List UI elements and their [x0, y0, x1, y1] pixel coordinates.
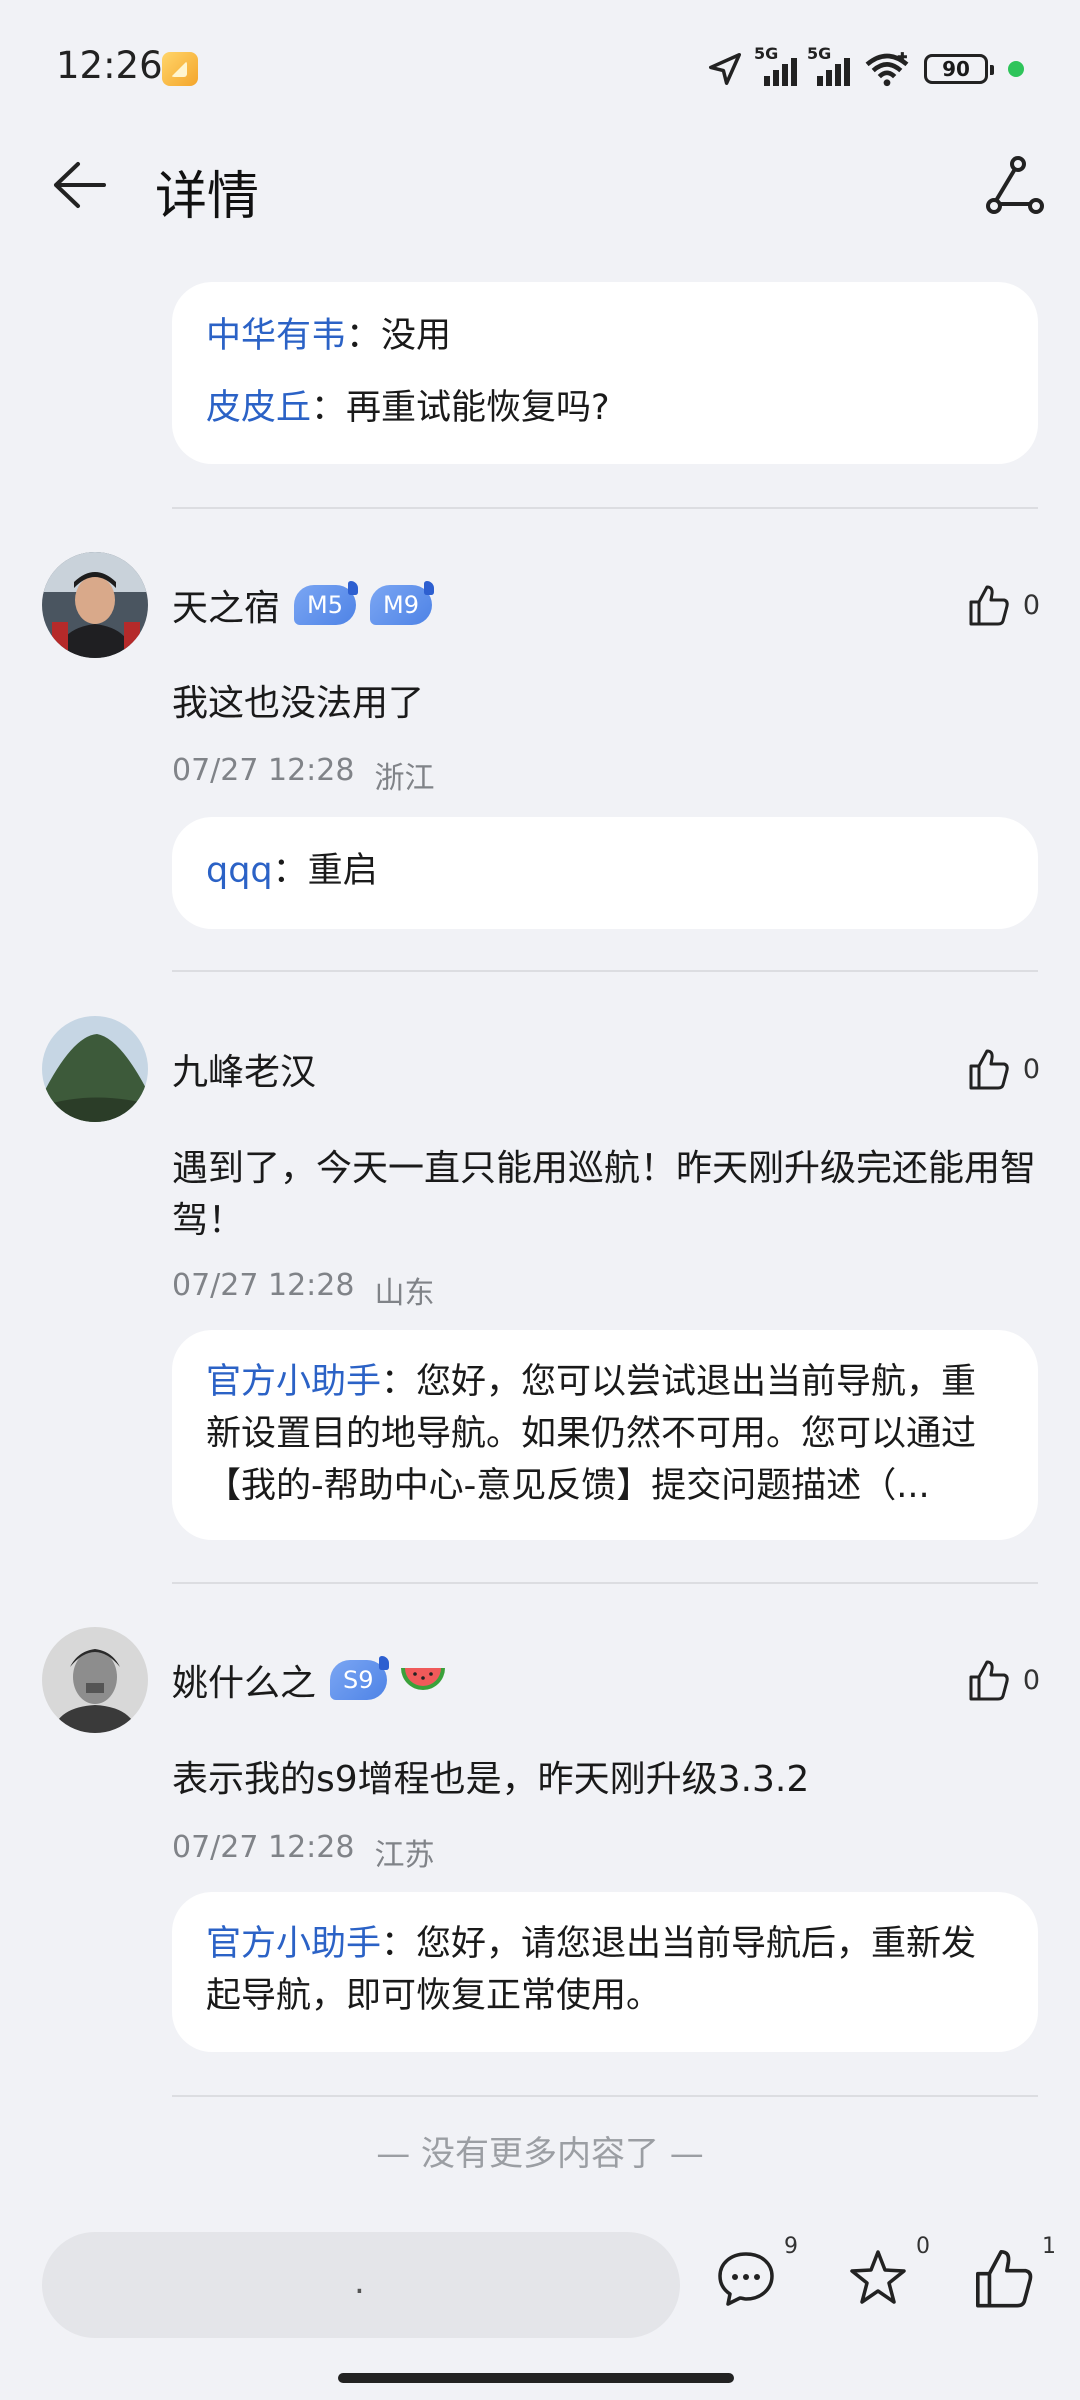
- reply-colon: ：: [381, 1924, 417, 1964]
- reply-line: 官方小助手：您好，您可以尝试退出当前导航，重新设置目的地导航。如果仍然不可用。您…: [206, 1356, 1004, 1512]
- comment-text: 遇到了，今天一直只能用巡航！昨天刚升级完还能用智驾！: [172, 1148, 1037, 1241]
- reply-colon: ：: [346, 316, 382, 356]
- watermelon-icon: [400, 1668, 445, 1690]
- share-button[interactable]: [978, 150, 1050, 222]
- status-time: 12:26: [56, 44, 163, 87]
- thumbs-up-icon: [969, 1049, 1009, 1090]
- reply-box[interactable]: 官方小助手：您好，请您退出当前导航后，重新发起导航，即可恢复正常使用。: [172, 1892, 1038, 2052]
- favorite-count: 0: [916, 2234, 930, 2259]
- comment-meta: 07/27 12:28 浙江: [172, 753, 434, 797]
- comment-date: 07/27 12:28: [172, 753, 355, 788]
- model-badge: S9: [330, 1656, 389, 1700]
- comment-meta: 07/27 12:28 江苏: [172, 1830, 434, 1874]
- username-text: 姚什么之: [172, 1663, 317, 1704]
- reply-text: 再重试能恢复吗?: [346, 388, 610, 428]
- notification-icon: [162, 52, 198, 86]
- reply-text: 重启: [307, 851, 378, 891]
- app-header: 详情: [0, 130, 1080, 240]
- username-text: 九峰老汉: [172, 1052, 317, 1093]
- comment-date: 07/27 12:28: [172, 1268, 355, 1303]
- reply-author-link[interactable]: 官方小助手: [206, 1924, 381, 1964]
- back-arrow-icon: [54, 162, 106, 208]
- like-count: 0: [1022, 589, 1040, 621]
- avatar[interactable]: [42, 1016, 148, 1122]
- like-post-button[interactable]: 1: [972, 2234, 1056, 2326]
- reply-author-link[interactable]: 官方小助手: [206, 1362, 381, 1402]
- like-button[interactable]: 0: [967, 575, 1040, 635]
- like-count: 0: [1022, 1664, 1040, 1696]
- reply-colon: ：: [381, 1362, 417, 1402]
- comment-input-placeholder: .: [354, 2262, 365, 2302]
- like-button[interactable]: 0: [967, 1039, 1040, 1099]
- username-text: 天之宿: [172, 588, 281, 629]
- comment-date: 07/27 12:28: [172, 1830, 355, 1865]
- star-icon: [850, 2250, 906, 2304]
- comment-count: 9: [784, 2234, 798, 2259]
- status-indicators: 5G 5G 90: [706, 44, 1024, 92]
- battery-icon: 90: [924, 54, 994, 84]
- signal-icon: 5G: [754, 44, 797, 86]
- reply-line: qqq：重启: [206, 845, 1004, 897]
- divider: [172, 970, 1038, 972]
- network-type-label-2: 5G: [807, 44, 832, 63]
- divider: [172, 507, 1038, 509]
- avatar[interactable]: [42, 1627, 148, 1733]
- reply-author-link[interactable]: 皮皮丘: [206, 388, 311, 428]
- comment-icon: [718, 2252, 774, 2306]
- comment-location: 江苏: [374, 1838, 435, 1873]
- reply-box[interactable]: 中华有韦：没用 皮皮丘：再重试能恢复吗?: [172, 282, 1038, 464]
- privacy-indicator-dot: [1008, 61, 1024, 77]
- reply-line: 中华有韦：没用: [206, 310, 1004, 362]
- like-button[interactable]: 0: [967, 1650, 1040, 1710]
- reply-line: 官方小助手：您好，请您退出当前导航后，重新发起导航，即可恢复正常使用。: [206, 1918, 1004, 2022]
- bottom-action-bar: . 9 0 1: [0, 2210, 1080, 2400]
- reply-box[interactable]: 官方小助手：您好，您可以尝试退出当前导航，重新设置目的地导航。如果仍然不可用。您…: [172, 1330, 1038, 1540]
- comment-location: 浙江: [374, 761, 435, 796]
- comment-location: 山东: [374, 1276, 435, 1311]
- wifi-icon: [865, 52, 909, 87]
- comment-input[interactable]: .: [42, 2232, 680, 2338]
- favorite-button[interactable]: 0: [846, 2234, 930, 2326]
- comment-username[interactable]: 天之宿 M5 M9: [172, 575, 434, 635]
- end-of-list-text: — 没有更多内容了 —: [376, 2134, 704, 2174]
- comment-button[interactable]: 9: [714, 2234, 798, 2326]
- location-arrow-icon: [709, 53, 741, 85]
- share-icon: [986, 156, 1044, 214]
- reply-author-link[interactable]: 中华有韦: [206, 316, 346, 356]
- home-indicator[interactable]: [338, 2373, 734, 2383]
- divider: [172, 1582, 1038, 1584]
- comment-username[interactable]: 姚什么之 S9: [172, 1650, 449, 1710]
- reply-box[interactable]: qqq：重启: [172, 817, 1038, 929]
- reply-author-link[interactable]: qqq: [206, 851, 273, 891]
- status-bar: 12:26 5G 5G 90: [0, 0, 1080, 130]
- divider: [172, 2095, 1038, 2097]
- reply-colon: ：: [311, 388, 347, 428]
- like-post-count: 1: [1042, 2234, 1056, 2259]
- avatar[interactable]: [42, 552, 148, 658]
- comment-username[interactable]: 九峰老汉: [172, 1039, 316, 1099]
- thumbs-up-icon: [976, 2250, 1033, 2308]
- battery-level: 90: [942, 57, 970, 81]
- page-title: 详情: [155, 167, 260, 227]
- network-type-label: 5G: [754, 44, 779, 63]
- thumbs-up-icon: [969, 1660, 1009, 1701]
- model-badge: M5: [294, 581, 358, 625]
- model-badge: M9: [370, 581, 434, 625]
- comment-meta: 07/27 12:28 山东: [172, 1268, 434, 1312]
- signal-icon-2: 5G: [807, 44, 850, 86]
- reply-text: 没用: [381, 316, 452, 356]
- comment-text: 我这也没法用了: [172, 683, 425, 724]
- thumbs-up-icon: [969, 585, 1009, 626]
- comment-text: 表示我的s9增程也是，昨天刚升级3.3.2: [172, 1759, 810, 1800]
- reply-line: 皮皮丘：再重试能恢复吗?: [206, 382, 1004, 434]
- like-count: 0: [1022, 1053, 1040, 1085]
- back-button[interactable]: [44, 150, 114, 220]
- reply-colon: ：: [272, 851, 308, 891]
